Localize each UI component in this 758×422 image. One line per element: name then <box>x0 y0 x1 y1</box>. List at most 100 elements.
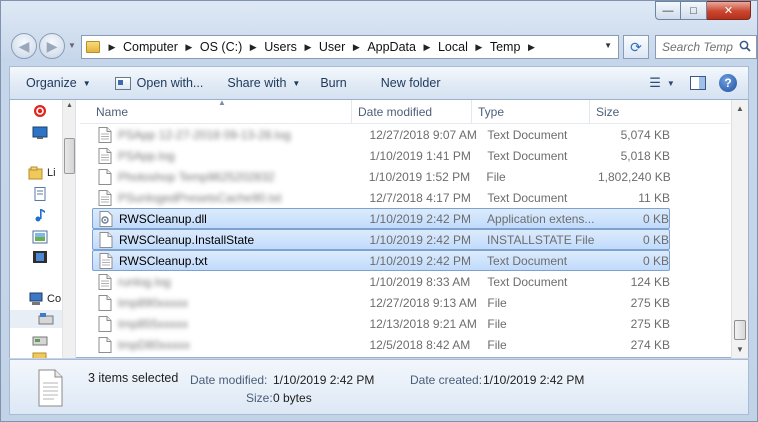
address-bar[interactable]: ▶ Computer ▶ OS (C:) ▶ Users ▶ User ▶ Ap… <box>81 35 619 59</box>
breadcrumb-appdata[interactable]: AppData <box>364 40 419 54</box>
scroll-up-icon[interactable]: ▲ <box>66 102 73 109</box>
file-row[interactable]: tmp855xxxxx 12/13/2018 9:21 AM File 275 KB <box>92 313 670 334</box>
breadcrumb-separator-icon[interactable]: ▶ <box>471 42 487 53</box>
file-row[interactable]: tmp890xxxxx 12/27/2018 9:13 AM File 275 KB <box>92 292 670 313</box>
column-header-date-modified[interactable]: Date modified <box>352 100 472 124</box>
column-name-label: Name <box>96 105 129 119</box>
new-folder-label: New folder <box>380 76 441 90</box>
computer-label: Co <box>47 293 62 305</box>
breadcrumb-temp[interactable]: Temp <box>487 40 524 54</box>
burn-label: Burn <box>320 76 347 90</box>
minimize-button[interactable]: — <box>655 1 681 20</box>
open-with-icon <box>114 76 131 90</box>
new-folder-button[interactable]: New folder <box>373 69 449 97</box>
navigation-pane-scrollbar[interactable]: ▲ <box>62 100 75 358</box>
help-button[interactable]: ? <box>714 70 742 96</box>
blank-file-icon <box>98 336 112 353</box>
file-name: PSApp.log <box>118 148 175 163</box>
share-with-button[interactable]: Share with ▼ <box>219 69 308 97</box>
breadcrumb-os-drive[interactable]: OS (C:) <box>197 40 245 54</box>
preview-pane-icon <box>690 76 706 90</box>
file-size: 0 KB <box>642 232 669 247</box>
file-row[interactable]: PSunlogedPresetsCache90.txt 12/7/2018 4:1… <box>92 187 670 208</box>
file-row-selected[interactable]: RWSCleanup.InstallState 1/10/2019 2:42 PM… <box>92 229 670 250</box>
column-header-name[interactable]: ▲ Name <box>80 100 352 124</box>
file-row[interactable]: Photoshop Temp9625202832 1/10/2019 1:52 P… <box>92 166 671 187</box>
file-size: 1,802,240 KB <box>598 169 671 184</box>
folder-icon <box>86 41 100 53</box>
burn-button[interactable]: Burn <box>312 69 354 97</box>
file-list-scroll-thumb[interactable] <box>734 320 746 340</box>
scroll-up-button[interactable]: ▲ <box>732 100 748 117</box>
breadcrumb-separator-icon[interactable]: ▶ <box>523 42 539 53</box>
folder-icon <box>32 352 47 358</box>
close-icon: ✕ <box>723 5 734 17</box>
selected-files-icon <box>38 369 63 407</box>
breadcrumb-computer[interactable]: Computer <box>120 40 181 54</box>
breadcrumb-separator-icon[interactable]: ▶ <box>245 42 261 53</box>
breadcrumb-local[interactable]: Local <box>435 40 471 54</box>
nav-os-drive[interactable] <box>10 310 62 328</box>
file-row[interactable]: PSApp 12-27-2018 09-13-28.log 12/27/2018 … <box>92 124 670 145</box>
file-name: tmp855xxxxx <box>118 316 189 331</box>
file-list-scrollbar[interactable]: ▲ ▼ <box>731 100 748 358</box>
change-view-button[interactable]: ☰ ▼ <box>642 70 682 96</box>
file-row-selected[interactable]: RWSCleanup.dll 1/10/2019 2:42 PM Applicati… <box>92 208 670 229</box>
file-date-modified: 1/10/2019 2:42 PM <box>369 211 471 226</box>
date-modified-value[interactable]: 1/10/2019 2:42 PM <box>273 373 374 387</box>
preview-pane-button[interactable] <box>684 70 712 96</box>
view-controls: ☰ ▼ ? <box>642 70 742 96</box>
blank-file-icon <box>98 294 112 311</box>
explorer-window: — □ ✕ ◀ ▶ ▼ ▶ Computer ▶ OS (C:) ▶ Users… <box>0 0 758 422</box>
breadcrumb-separator-icon[interactable]: ▶ <box>419 42 435 53</box>
column-header-size[interactable]: Size <box>590 100 668 124</box>
maximize-button[interactable]: □ <box>681 1 707 20</box>
desktop-icon <box>32 126 48 139</box>
search-box[interactable] <box>655 35 757 59</box>
file-date-modified: 12/27/2018 9:13 AM <box>369 295 477 310</box>
drive-icon <box>38 313 54 325</box>
file-type: Text Document <box>487 274 568 289</box>
file-row[interactable]: runlog.log 1/10/2019 8:33 AM Text Document… <box>92 271 670 292</box>
file-date-modified: 12/27/2018 9:07 AM <box>369 127 477 142</box>
forward-button[interactable]: ▶ <box>39 33 65 59</box>
search-input[interactable] <box>662 40 738 54</box>
column-header-type[interactable]: Type <box>472 100 590 124</box>
share-with-label: Share with <box>227 76 287 90</box>
libraries-icon <box>28 166 43 180</box>
close-button[interactable]: ✕ <box>707 1 751 20</box>
file-row[interactable]: PSApp.log 1/10/2019 1:41 PM Text Document 5… <box>92 145 670 166</box>
file-row-selected[interactable]: RWSCleanup.txt 1/10/2019 2:42 PM Text Docu… <box>92 250 670 271</box>
open-with-button[interactable]: Open with... <box>107 69 212 97</box>
breadcrumb-separator-icon[interactable]: ▶ <box>104 42 120 53</box>
file-name: tmp890xxxxx <box>118 295 189 310</box>
file-row[interactable]: tmpD80xxxxx 12/5/2018 8:42 AM File 274 KB <box>92 334 670 355</box>
forward-arrow-icon: ▶ <box>46 37 58 54</box>
refresh-button[interactable]: ⟳ <box>623 35 649 59</box>
back-button[interactable]: ◀ <box>11 33 37 59</box>
file-type: File <box>486 169 506 184</box>
breadcrumb-separator-icon[interactable]: ▶ <box>300 42 316 53</box>
column-type-label: Type <box>478 105 505 119</box>
file-size: 275 KB <box>630 295 670 310</box>
breadcrumb-separator-icon[interactable]: ▶ <box>181 42 197 53</box>
navigation-pane-scroll-thumb[interactable] <box>64 138 75 174</box>
scroll-down-icon: ▼ <box>736 345 744 354</box>
breadcrumb-users[interactable]: Users <box>261 40 300 54</box>
command-bar: Organize ▼ Open with... Share with ▼ Bur… <box>9 66 749 100</box>
scroll-down-button[interactable]: ▼ <box>732 341 748 358</box>
file-list: ▲ Name Date modified Type Size PSApp 12-… <box>80 100 730 358</box>
size-label: Size: <box>246 391 273 405</box>
search-icon[interactable] <box>739 40 751 52</box>
documents-icon <box>34 187 46 201</box>
recent-pages-dropdown[interactable]: ▼ <box>68 41 76 50</box>
breadcrumb-separator-icon[interactable]: ▶ <box>348 42 364 53</box>
breadcrumb-user[interactable]: User <box>316 40 348 54</box>
back-arrow-icon: ◀ <box>18 37 30 54</box>
main-content: Li Co ▲ ▲ Name Date modified Type Size P… <box>9 100 749 358</box>
organize-button[interactable]: Organize ▼ <box>18 69 99 97</box>
file-type: Text Document <box>487 148 568 163</box>
date-created-value[interactable]: 1/10/2019 2:42 PM <box>483 373 584 387</box>
file-date-modified: 1/10/2019 1:41 PM <box>369 148 471 163</box>
address-history-dropdown[interactable]: ▼ <box>604 41 612 50</box>
